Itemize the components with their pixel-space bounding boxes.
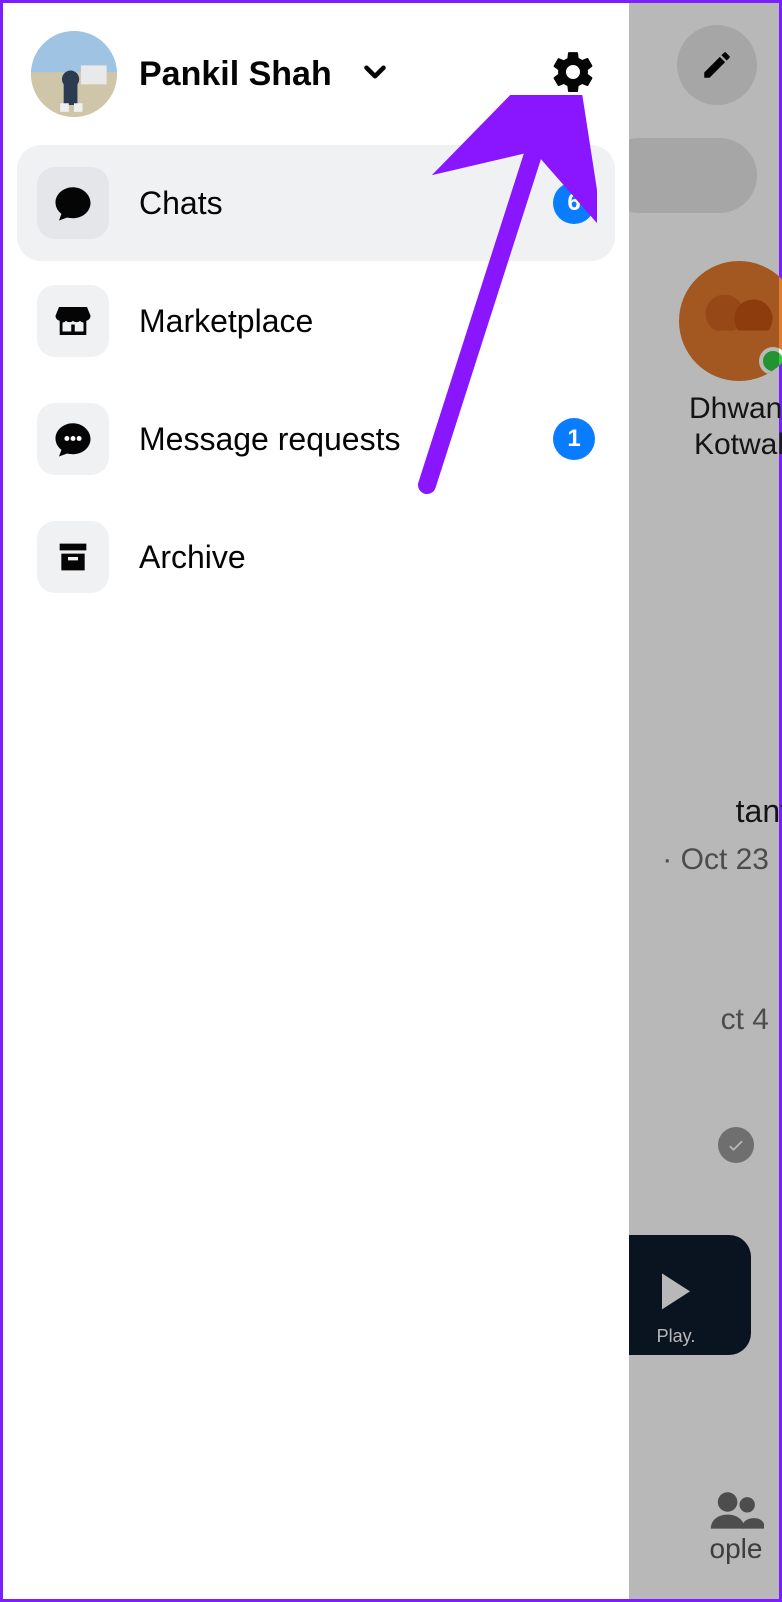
menu-item-label: Archive	[139, 539, 246, 576]
settings-button[interactable]	[549, 48, 605, 101]
drawer-menu: Chats 6 Marketplace Message requests 1 A…	[17, 145, 615, 615]
marketplace-icon	[52, 300, 94, 342]
unread-badge: 6	[553, 182, 595, 224]
message-dots-icon	[52, 418, 94, 460]
chat-bubble-icon	[52, 182, 94, 224]
menu-item-label: Chats	[139, 185, 223, 222]
archive-icon	[53, 537, 93, 577]
menu-item-chats[interactable]: Chats 6	[17, 145, 615, 261]
profile-switcher[interactable]: Pankil Shah	[17, 23, 615, 145]
unread-badge: 1	[553, 418, 595, 460]
side-drawer: Pankil Shah Chats 6 Marketplace Message …	[3, 3, 629, 1599]
profile-name: Pankil Shah	[139, 55, 332, 94]
avatar-icon	[31, 31, 117, 117]
menu-item-message-requests[interactable]: Message requests 1	[17, 381, 615, 497]
menu-item-archive[interactable]: Archive	[17, 499, 615, 615]
avatar	[31, 31, 117, 117]
menu-item-label: Marketplace	[139, 303, 313, 340]
chevron-down-icon	[358, 55, 392, 94]
menu-item-marketplace[interactable]: Marketplace	[17, 263, 615, 379]
gear-icon	[549, 48, 597, 96]
menu-item-label: Message requests	[139, 421, 400, 458]
